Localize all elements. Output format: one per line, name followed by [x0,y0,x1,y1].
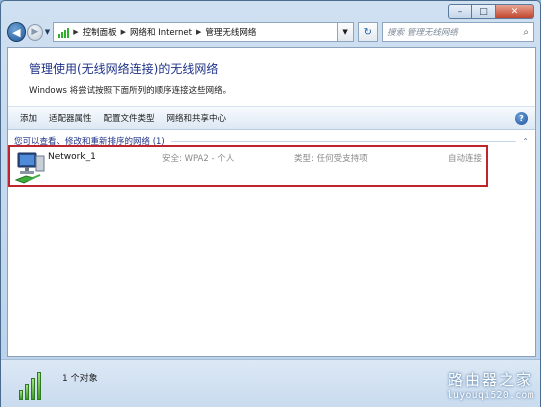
breadcrumb-control-panel[interactable]: 控制面板 [83,26,117,38]
list-item[interactable]: Network_1 安全: WPA2 - 个人 类型: 任何受支持项 自动连接 [8,145,488,187]
breadcrumb-manage-wireless[interactable]: 管理无线网络 [205,26,256,38]
forward-button[interactable]: ▶ [26,23,43,41]
breadcrumb-separator-icon: ▶ [195,28,202,36]
search-input[interactable]: 搜索 管理无线网络 ⌕ [382,22,535,42]
network-connect-mode: 自动连接 [448,154,483,164]
object-count: 1 个对象 [62,374,98,384]
refresh-button[interactable]: ↻ [357,22,379,42]
maximize-button[interactable]: □ [472,4,496,19]
address-history-dropdown[interactable]: ▼ [337,22,354,42]
signal-bars-icon [19,368,45,400]
breadcrumb-separator-icon: ▶ [73,28,79,36]
wireless-network-icon [14,152,45,184]
minimize-button[interactable]: – [448,4,472,19]
adapter-properties-button[interactable]: 适配器属性 [43,109,98,127]
chevron-up-icon[interactable]: ⌃ [522,137,529,146]
network-name: Network_1 [48,152,96,162]
close-button[interactable]: ✕ [496,4,534,19]
recent-pages-dropdown[interactable]: ▼ [45,28,50,36]
signal-bars-icon [58,27,70,38]
search-placeholder: 搜索 管理无线网络 [387,28,458,38]
network-security: 安全: WPA2 - 个人 [162,154,235,164]
breadcrumb-separator-icon: ▶ [120,28,126,36]
network-type: 类型: 任何受支持项 [294,154,368,164]
breadcrumb-network-internet[interactable]: 网络和 Internet [130,26,192,38]
network-sharing-center-button[interactable]: 网络和共享中心 [161,109,233,127]
page-description: Windows 将尝试按照下面所列的顺序连接这些网络。 [29,86,232,96]
add-button[interactable]: 添加 [14,109,43,127]
profile-types-button[interactable]: 配置文件类型 [98,109,161,127]
command-toolbar: 添加 适配器属性 配置文件类型 网络和共享中心 ? [8,106,535,130]
status-bar: 1 个对象 路由器之家 luyouqi520.com [1,359,540,407]
watermark-logo: 路由器之家 luyouqi520.com [447,369,534,401]
navigation-bar: ◀ ▶ ▼ ▶ 控制面板 ▶ 网络和 Internet ▶ 管理无线网络 ▼ ↻… [7,21,535,43]
watermark-text: 路由器之家 [447,371,533,389]
caption-buttons: – □ ✕ [448,4,534,19]
group-divider [170,140,517,142]
page-title: 管理使用(无线网络连接)的无线网络 [29,62,219,76]
control-panel-window: – □ ✕ ◀ ▶ ▼ ▶ 控制面板 ▶ 网络和 Internet ▶ 管理无线… [0,0,541,407]
help-icon[interactable]: ? [515,112,528,125]
watermark-url: luyouqi520.com [446,390,534,401]
search-icon[interactable]: ⌕ [523,27,529,38]
address-bar[interactable]: ▶ 控制面板 ▶ 网络和 Internet ▶ 管理无线网络 [53,22,338,42]
content-pane: 管理使用(无线网络连接)的无线网络 Windows 将尝试按照下面所列的顺序连接… [7,47,536,357]
back-button[interactable]: ◀ [7,22,26,42]
